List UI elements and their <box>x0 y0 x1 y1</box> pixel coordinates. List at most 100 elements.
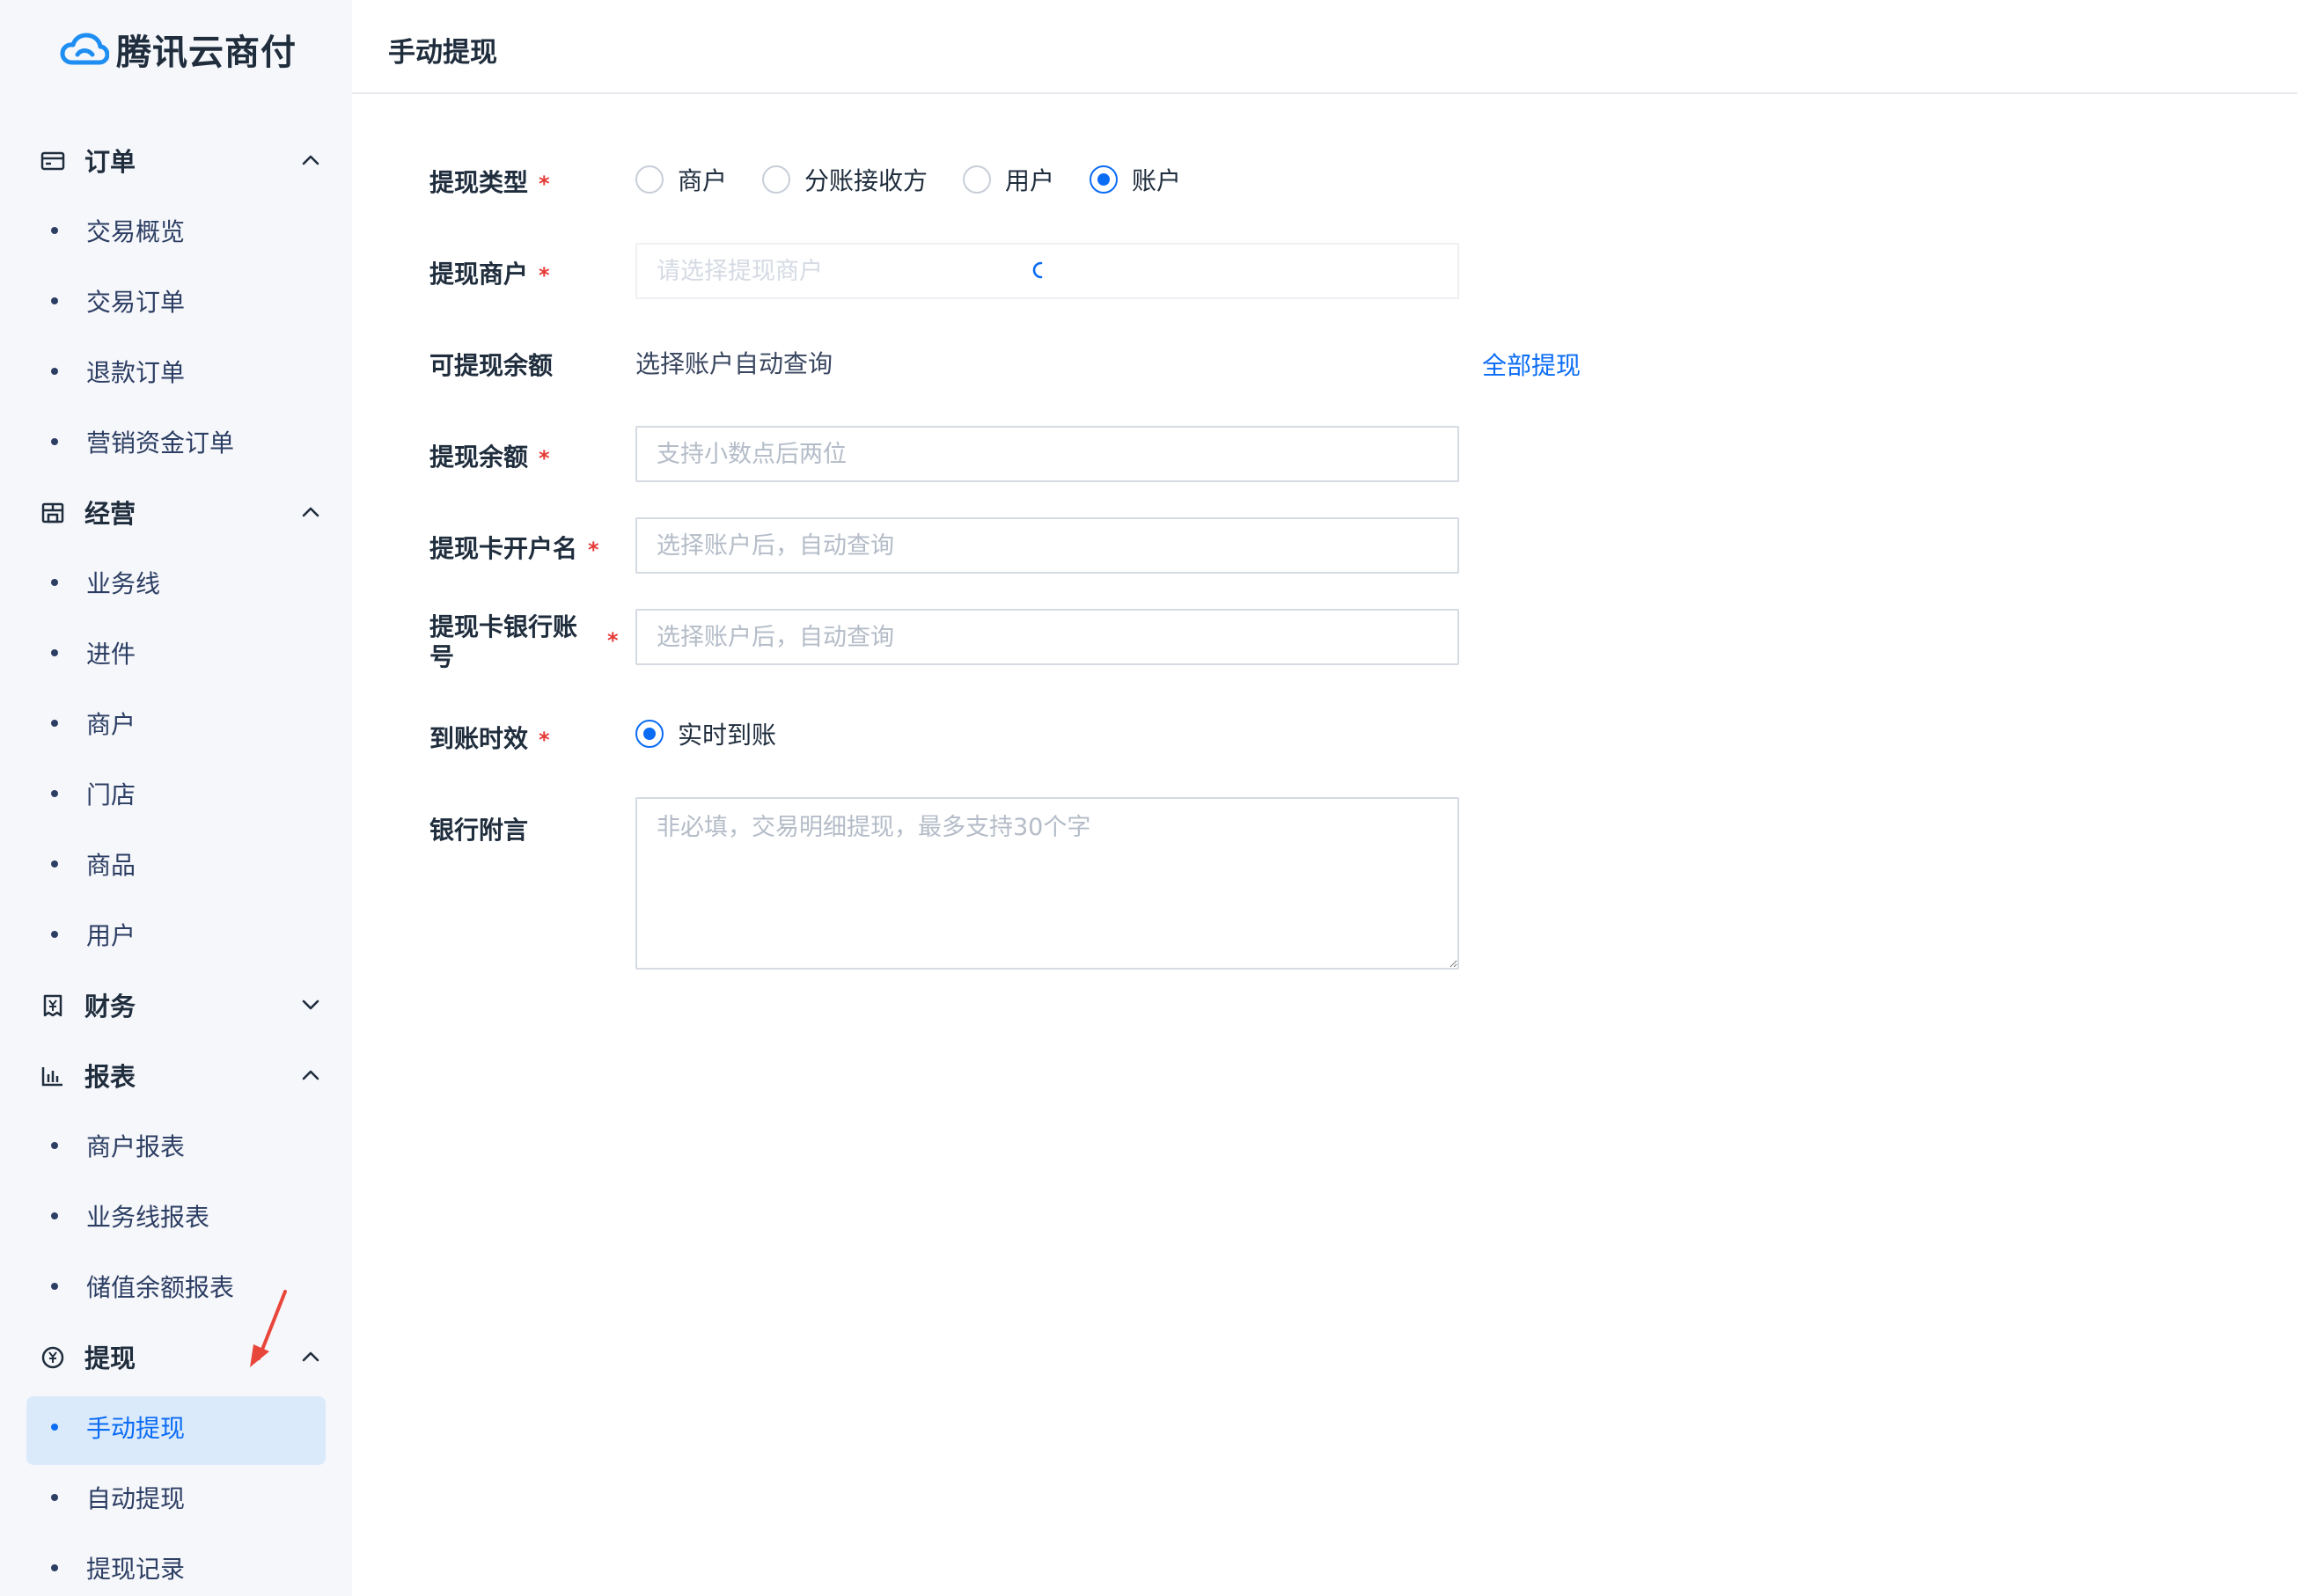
sidebar-group-finance[interactable]: 财务 <box>0 970 352 1040</box>
bank-account-input[interactable] <box>635 609 1459 665</box>
sidebar-item-merchant-report[interactable]: 商户报表 <box>0 1110 352 1181</box>
sidebar-item-label: 商户报表 <box>86 1132 186 1161</box>
bullet-dot <box>51 720 58 727</box>
account-name-label: 提现卡开户名 * <box>429 530 599 565</box>
sidebar-item-withdraw-records[interactable]: 提现记录 <box>0 1533 352 1596</box>
required-mark: * <box>539 446 550 471</box>
bullet-dot <box>51 1494 58 1501</box>
sidebar-group-withdraw[interactable]: 提现 <box>0 1321 352 1392</box>
withdraw-all-link[interactable]: 全部提现 <box>1482 347 1581 382</box>
sidebar-item-manual-withdraw[interactable]: 手动提现 <box>0 1392 352 1465</box>
sidebar-item-products[interactable]: 商品 <box>0 829 352 899</box>
account-name-input[interactable] <box>635 517 1459 574</box>
sidebar-item-label: 储值余额报表 <box>86 1273 235 1302</box>
sidebar-group-label: 财务 <box>84 992 136 1021</box>
page-header: 手动提现 <box>352 0 2297 94</box>
sidebar-item-label: 商品 <box>86 851 136 880</box>
radio-circle[interactable] <box>762 165 791 194</box>
sidebar-item-stored-balance-report[interactable]: 储值余额报表 <box>0 1251 352 1321</box>
radio-realtime-arrival[interactable]: 实时到账 <box>635 716 776 751</box>
label-text: 提现余额 <box>429 443 529 472</box>
sidebar-item-business-line[interactable]: 业务线 <box>0 547 352 618</box>
sidebar-item-label: 提现记录 <box>86 1555 186 1584</box>
sidebar-group-label: 提现 <box>84 1343 136 1373</box>
available-balance-value: 选择账户自动查询 <box>635 349 833 378</box>
sidebar-item-label: 退款订单 <box>86 358 186 387</box>
sidebar-item-auto-withdraw[interactable]: 自动提现 <box>0 1462 352 1533</box>
bank-remark-textarea[interactable] <box>635 797 1459 970</box>
bullet-dot <box>51 368 58 375</box>
sidebar-item-label: 商户 <box>86 710 136 739</box>
brand-logo[interactable]: 腾讯云商付 <box>60 23 297 76</box>
radio-label: 用户 <box>1005 166 1055 195</box>
sidebar-item-stores[interactable]: 门店 <box>0 758 352 829</box>
store-icon <box>40 501 65 524</box>
radio-label: 商户 <box>678 166 728 195</box>
chevron-down-icon <box>302 999 319 1010</box>
sidebar-group-orders[interactable]: 订单 <box>0 125 352 195</box>
yen-circle-icon <box>40 1346 65 1369</box>
sidebar-group-reports[interactable]: 报表 <box>0 1040 352 1110</box>
radio-circle-checked[interactable] <box>635 720 664 748</box>
bullet-dot <box>51 1283 58 1290</box>
sidebar-item-business-line-report[interactable]: 业务线报表 <box>0 1181 352 1251</box>
radio-circle[interactable] <box>963 165 992 194</box>
brand-name: 腾讯云商付 <box>116 33 297 73</box>
bullet-dot <box>51 860 58 868</box>
bullet-dot <box>51 1212 58 1219</box>
red-arrow-annotation-icon <box>250 1290 287 1367</box>
sidebar-group-operations[interactable]: 经营 <box>0 477 352 547</box>
bullet-dot <box>51 1564 58 1571</box>
bar-chart-icon <box>40 1065 65 1087</box>
bullet-dot <box>51 579 58 586</box>
bullet-dot <box>51 438 58 445</box>
radio-circle-checked[interactable] <box>1090 165 1119 194</box>
bullet-dot <box>51 790 58 797</box>
label-text: 提现类型 <box>429 168 529 197</box>
bank-remark-label: 银行附言 <box>429 816 529 845</box>
sidebar-item-onboarding[interactable]: 进件 <box>0 618 352 688</box>
label-text: 提现商户 <box>429 260 529 289</box>
bullet-dot <box>51 931 58 938</box>
card-icon <box>40 150 65 172</box>
radio-merchant[interactable]: 商户 <box>635 162 727 197</box>
withdraw-type-radio-group: 商户 分账接收方 用户 账户 <box>635 164 1216 195</box>
radio-label: 实时到账 <box>678 721 777 750</box>
bullet-dot <box>51 649 58 656</box>
sidebar-item-label: 营销资金订单 <box>86 428 235 458</box>
sidebar-item-marketing-fund-orders[interactable]: 营销资金订单 <box>0 406 352 477</box>
radio-account[interactable]: 账户 <box>1090 162 1181 197</box>
required-mark: * <box>588 538 599 562</box>
withdraw-type-label: 提现类型 * <box>429 164 550 199</box>
bullet-dot <box>51 227 58 234</box>
available-balance-label: 可提现余额 <box>429 351 554 380</box>
sidebar-group-label: 报表 <box>84 1062 136 1092</box>
sidebar-item-label: 自动提现 <box>86 1484 186 1513</box>
label-line: 提现卡银行账 <box>429 612 578 641</box>
sidebar-item-label: 交易订单 <box>86 288 186 317</box>
sidebar-item-label: 用户 <box>86 921 136 950</box>
label-text: 提现卡开户名 <box>429 534 578 563</box>
bank-account-label: 提现卡银行账 号 <box>429 612 577 672</box>
radio-circle[interactable] <box>635 165 664 194</box>
label-line: 号 <box>429 642 455 671</box>
sidebar-item-trade-orders[interactable]: 交易订单 <box>0 266 352 336</box>
sidebar-item-label: 手动提现 <box>86 1414 186 1443</box>
amount-label: 提现余额 * <box>429 438 550 473</box>
sidebar-item-users[interactable]: 用户 <box>0 899 352 970</box>
chevron-up-icon <box>302 1351 319 1362</box>
sidebar-item-label: 进件 <box>86 640 136 669</box>
sidebar-item-merchants[interactable]: 商户 <box>0 688 352 758</box>
radio-user[interactable]: 用户 <box>963 162 1054 197</box>
sidebar-item-trade-overview[interactable]: 交易概览 <box>0 195 352 266</box>
radio-split-receiver[interactable]: 分账接收方 <box>762 162 928 197</box>
amount-input[interactable] <box>635 426 1459 482</box>
bullet-dot <box>51 1424 58 1431</box>
chevron-up-icon <box>302 1070 319 1080</box>
merchant-label: 提现商户 * <box>429 255 550 290</box>
cloud-logo-icon <box>60 33 109 65</box>
sidebar-group-label: 经营 <box>84 499 136 529</box>
required-mark: * <box>607 628 619 653</box>
sidebar-item-refund-orders[interactable]: 退款订单 <box>0 336 352 406</box>
sidebar-item-label: 业务线 <box>86 569 161 598</box>
